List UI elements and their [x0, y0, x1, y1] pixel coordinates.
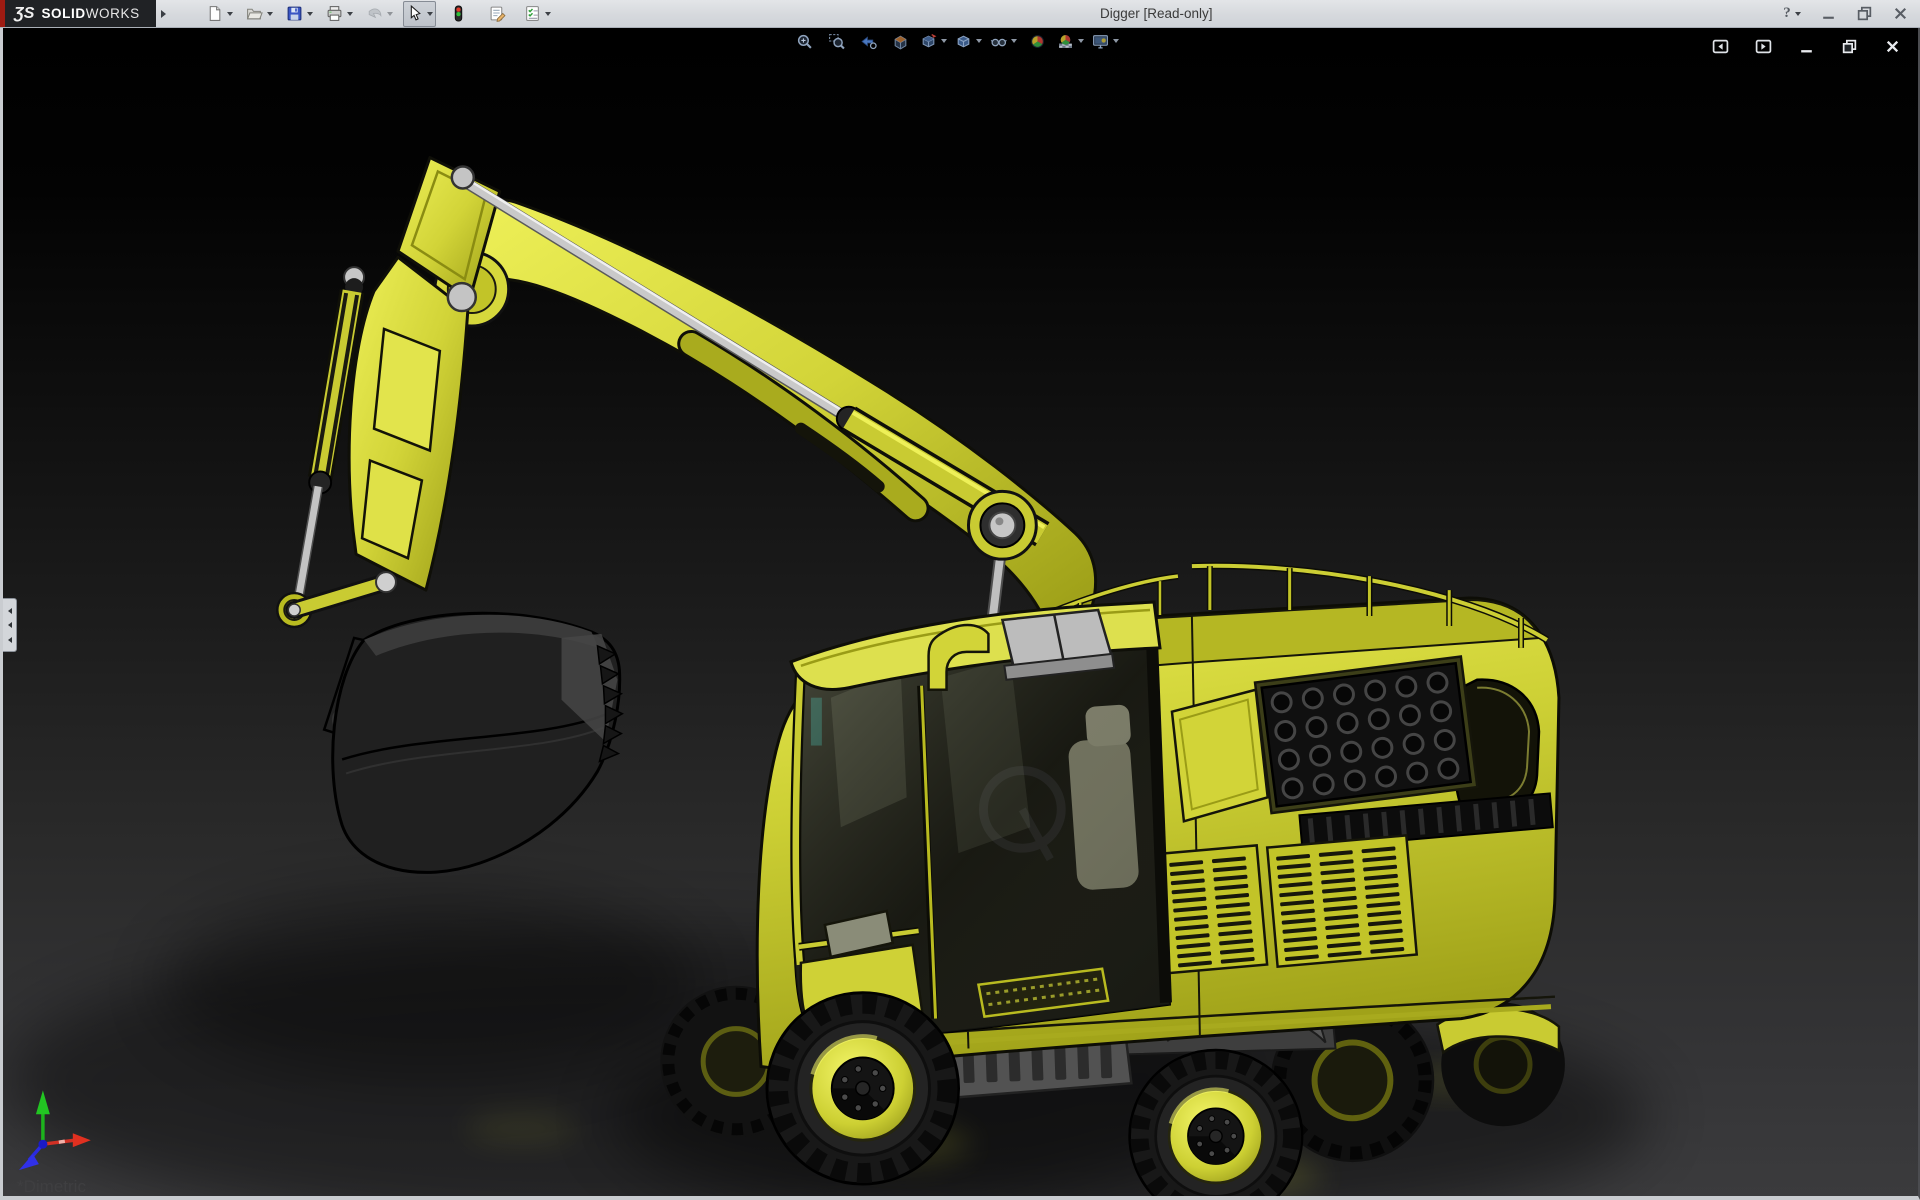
apply-scene-icon: [1057, 33, 1074, 50]
doc-minimize-button[interactable]: [1790, 33, 1822, 59]
view-orientation-icon: [920, 33, 937, 50]
display-style-icon: [955, 33, 972, 50]
pane-collapse-left-icon: [1712, 38, 1729, 55]
view-settings-icon: [1092, 33, 1109, 50]
undo-icon: [366, 5, 383, 22]
collapse-arrow-icon: [8, 622, 12, 628]
traffic-light-icon: [450, 5, 467, 22]
doc-restore-button[interactable]: [1833, 33, 1865, 59]
edit-note-icon: [489, 5, 506, 22]
dropdown-caret-icon[interactable]: [307, 12, 313, 16]
side-vent-right: [1267, 835, 1417, 966]
sunroof: [1002, 610, 1114, 680]
open-folder-icon: [246, 5, 263, 22]
collapse-arrow-icon: [8, 637, 12, 643]
new-document-button[interactable]: [203, 1, 236, 27]
view-settings-button[interactable]: [1089, 29, 1122, 53]
view-orientation-label: *Dimetric: [17, 1177, 86, 1197]
app-close-button[interactable]: [1888, 1, 1912, 27]
bucket-linkage[interactable]: [277, 572, 622, 872]
undo-button[interactable]: [363, 1, 396, 27]
zoom-to-area-icon: [828, 33, 845, 50]
help-button[interactable]: ?: [1780, 1, 1804, 27]
document-window-controls: [1704, 33, 1908, 59]
hide-show-items-icon: [990, 33, 1007, 50]
app-minimize-icon: [1820, 5, 1837, 22]
brand-name-light: WORKS: [86, 6, 140, 21]
doc-close-button[interactable]: [1876, 33, 1908, 59]
zoom-to-fit-icon: [796, 33, 813, 50]
hide-show-items-button[interactable]: [987, 29, 1020, 53]
dropdown-caret-icon[interactable]: [545, 12, 551, 16]
help-icon: ?: [1783, 5, 1791, 22]
apply-scene-button[interactable]: [1054, 29, 1087, 53]
radiator-grille: [1255, 657, 1477, 813]
boom-cylinder[interactable]: [464, 179, 1044, 534]
section-view-button[interactable]: [885, 29, 915, 53]
previous-view-button[interactable]: [853, 29, 883, 53]
solidworks-logo: ƷS SOLIDWORKS: [5, 0, 156, 27]
dassault-3ds-glyph: ƷS: [14, 5, 34, 23]
dropdown-caret-icon[interactable]: [1795, 12, 1801, 16]
pane-collapse-right-button[interactable]: [1747, 33, 1779, 59]
save-button[interactable]: [283, 1, 316, 27]
dropdown-caret-icon[interactable]: [267, 12, 273, 16]
save-icon: [286, 5, 303, 22]
checklist-button[interactable]: [521, 1, 554, 27]
dropdown-caret-icon[interactable]: [387, 12, 393, 16]
collapse-arrow-icon: [8, 608, 12, 614]
wheel-front[interactable]: [767, 993, 959, 1184]
dropdown-caret-icon[interactable]: [1011, 39, 1017, 43]
print-icon: [326, 5, 343, 22]
checklist-icon: [524, 5, 541, 22]
zoom-to-area-button[interactable]: [821, 29, 851, 53]
dropdown-caret-icon[interactable]: [941, 39, 947, 43]
brand-name-bold: SOLID: [41, 6, 85, 21]
graphics-area[interactable]: [3, 28, 1918, 1196]
doc-minimize-icon: [1798, 38, 1815, 55]
dropdown-caret-icon[interactable]: [347, 12, 353, 16]
edit-note-button[interactable]: [482, 1, 514, 27]
document-title: Digger [Read-only]: [1100, 0, 1213, 27]
dropdown-caret-icon[interactable]: [976, 39, 982, 43]
display-style-button[interactable]: [952, 29, 985, 53]
toolbar-expander[interactable]: [158, 4, 169, 24]
doc-restore-icon: [1841, 38, 1858, 55]
dropdown-caret-icon[interactable]: [1078, 39, 1084, 43]
open-folder-button[interactable]: [243, 1, 276, 27]
titlebar: ƷS SOLIDWORKS Digger [Read-only] ?: [0, 0, 1920, 28]
dropdown-caret-icon[interactable]: [1113, 39, 1119, 43]
app-close-icon: [1892, 5, 1909, 22]
boom-assembly[interactable]: [298, 158, 1095, 653]
select-cursor-icon: [406, 5, 423, 22]
dropdown-caret-icon[interactable]: [427, 12, 433, 16]
traffic-light-button[interactable]: [443, 1, 475, 27]
app-minimize-button[interactable]: [1816, 1, 1840, 27]
zoom-to-fit-button[interactable]: [789, 29, 819, 53]
cab[interactable]: [791, 602, 1170, 1042]
pane-collapse-left-button[interactable]: [1704, 33, 1736, 59]
select-cursor-button[interactable]: [403, 1, 436, 27]
graphics-viewport[interactable]: *Dimetric: [0, 28, 1920, 1200]
doc-close-icon: [1884, 38, 1901, 55]
headsup-view-toolbar: [789, 29, 1122, 53]
main-toolbar: [203, 1, 554, 27]
dropdown-caret-icon[interactable]: [227, 12, 233, 16]
edit-appearance-button[interactable]: [1022, 29, 1052, 53]
pane-collapse-right-icon: [1755, 38, 1772, 55]
app-restore-icon: [1856, 5, 1873, 22]
print-button[interactable]: [323, 1, 356, 27]
view-orientation-button[interactable]: [917, 29, 950, 53]
edit-appearance-icon: [1029, 33, 1046, 50]
expander-arrow-icon: [161, 10, 166, 18]
featuremanager-collapsed-tab[interactable]: [3, 598, 17, 652]
previous-view-icon: [860, 33, 877, 50]
section-view-icon: [892, 33, 909, 50]
app-restore-button[interactable]: [1852, 1, 1876, 27]
new-document-icon: [206, 5, 223, 22]
titlebar-window-controls: ?: [1780, 0, 1912, 27]
